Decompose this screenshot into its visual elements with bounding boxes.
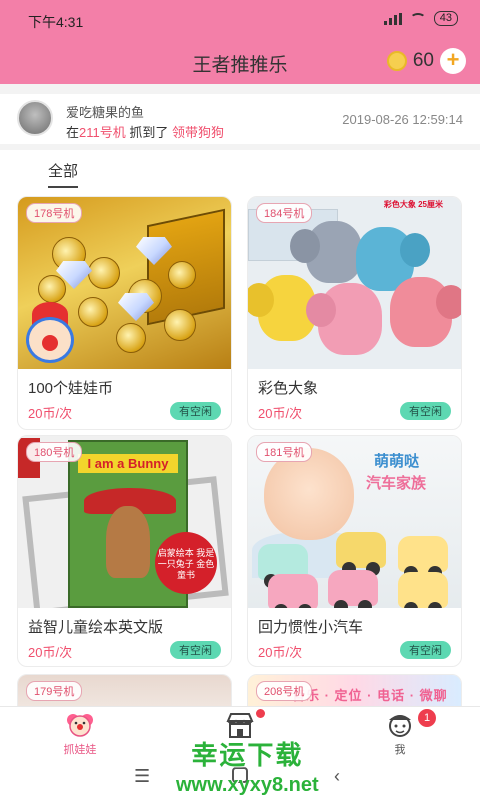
notice-machine: 211号机 — [79, 125, 126, 140]
battery-icon: 43 — [433, 11, 458, 26]
notification-badge: 1 — [418, 709, 436, 727]
product-name: 益智儿童绘本英文版 — [28, 619, 164, 636]
product-price: 20币/次 — [28, 645, 73, 660]
tab-label: 我 — [394, 744, 406, 756]
notice-prize: 领带狗狗 — [171, 125, 224, 140]
notice-user: 爱吃糖果的鱼 — [66, 105, 145, 120]
bottom-tab-bar: 抓娃娃 1 我 — [0, 706, 480, 758]
machine-number-tag: 208号机 — [256, 681, 313, 701]
notice-time: 2019-08-26 12:59:14 — [342, 112, 463, 127]
back-icon[interactable]: ‹ — [334, 766, 340, 787]
product-image: I am a Bunny 启蒙绘本 我是一只兔子 金色童书 180号机 — [18, 436, 231, 608]
system-nav-bar: ☰ ‹ — [0, 758, 480, 800]
add-coin-button[interactable]: + — [440, 48, 466, 74]
signal-icon — [383, 12, 402, 25]
machine-card[interactable]: 179号机 — [17, 674, 232, 706]
tab-claw-machine[interactable]: 抓娃娃 — [0, 707, 160, 759]
clown-icon — [67, 714, 93, 737]
product-name: 100个娃娃币 — [28, 380, 114, 397]
catch-notice[interactable]: 爱吃糖果的鱼 在211号机 抓到了 领带狗狗 2019-08-26 12:59:… — [0, 94, 480, 144]
status-badge: 有空闲 — [170, 402, 221, 420]
product-slogan: 音乐 · 定位 · 电话 · 微聊 — [292, 688, 448, 703]
status-badge: 有空闲 — [400, 641, 451, 659]
notice-message: 在211号机 抓到了 领带狗狗 — [66, 125, 224, 140]
store-icon — [226, 713, 254, 738]
product-image: 音乐 · 定位 · 电话 · 微聊 208号机 — [248, 675, 461, 706]
machine-number-tag: 179号机 — [26, 681, 83, 701]
machine-number-tag: 181号机 — [256, 442, 313, 462]
status-bar: 下午4:31 43 — [0, 0, 480, 38]
tab-store[interactable] — [160, 707, 320, 759]
status-badge: 有空闲 — [400, 402, 451, 420]
tab-label: 抓娃娃 — [63, 744, 97, 756]
machine-card[interactable]: 彩色大象 25厘米 184号机 彩色大象 20币/次 有空闲 — [247, 196, 462, 430]
profile-icon — [389, 715, 411, 737]
product-image: 彩色大象 25厘米 184号机 — [248, 197, 461, 369]
menu-icon[interactable]: ☰ — [134, 766, 150, 787]
tab-me[interactable]: 1 我 — [320, 707, 480, 759]
machine-card[interactable]: 萌萌哒 汽车家族 181号机 回力惯性小汽车 20币/次 有空闲 — [247, 435, 462, 667]
coin-count: 60 — [412, 50, 434, 71]
wifi-icon — [409, 12, 426, 25]
book-stamp: 启蒙绘本 我是一只兔子 金色童书 — [155, 532, 217, 594]
product-image: 萌萌哒 汽车家族 181号机 — [248, 436, 461, 608]
product-name: 回力惯性小汽车 — [258, 619, 364, 636]
book-cover-title: I am a Bunny — [78, 454, 178, 473]
product-price: 20币/次 — [258, 406, 303, 421]
home-icon[interactable] — [232, 767, 248, 783]
machine-card[interactable]: I am a Bunny 启蒙绘本 我是一只兔子 金色童书 180号机 益智儿童… — [17, 435, 232, 667]
coin-icon — [386, 51, 407, 71]
product-slogan: 萌萌哒 — [374, 453, 420, 470]
product-slogan: 汽车家族 — [366, 475, 427, 492]
status-time: 下午4:31 — [28, 14, 84, 30]
product-price: 20币/次 — [258, 645, 303, 660]
product-image: 179号机 — [18, 675, 231, 706]
avatar — [17, 100, 53, 136]
machine-list[interactable]: 全部 178号机 100个娃娃币 20币/次 有空闲 彩色大象 25厘米 184… — [0, 150, 480, 706]
machine-card[interactable]: 178号机 100个娃娃币 20币/次 有空闲 — [17, 196, 232, 430]
status-badge: 有空闲 — [170, 641, 221, 659]
machine-number-tag: 180号机 — [26, 442, 83, 462]
coin-balance: 60 + — [386, 48, 466, 74]
status-icons: 43 — [383, 11, 458, 26]
product-name: 彩色大象 — [258, 380, 319, 397]
machine-number-tag: 178号机 — [26, 203, 83, 223]
notification-dot — [256, 709, 265, 718]
tab-all[interactable]: 全部 — [48, 160, 79, 188]
product-price: 20币/次 — [28, 406, 73, 421]
app-header: 王者推推乐 60 + — [0, 38, 480, 84]
product-image-label: 彩色大象 25厘米 — [383, 200, 443, 209]
machine-number-tag: 184号机 — [256, 203, 313, 223]
machine-card[interactable]: 音乐 · 定位 · 电话 · 微聊 208号机 — [247, 674, 462, 706]
product-image: 178号机 — [18, 197, 231, 369]
